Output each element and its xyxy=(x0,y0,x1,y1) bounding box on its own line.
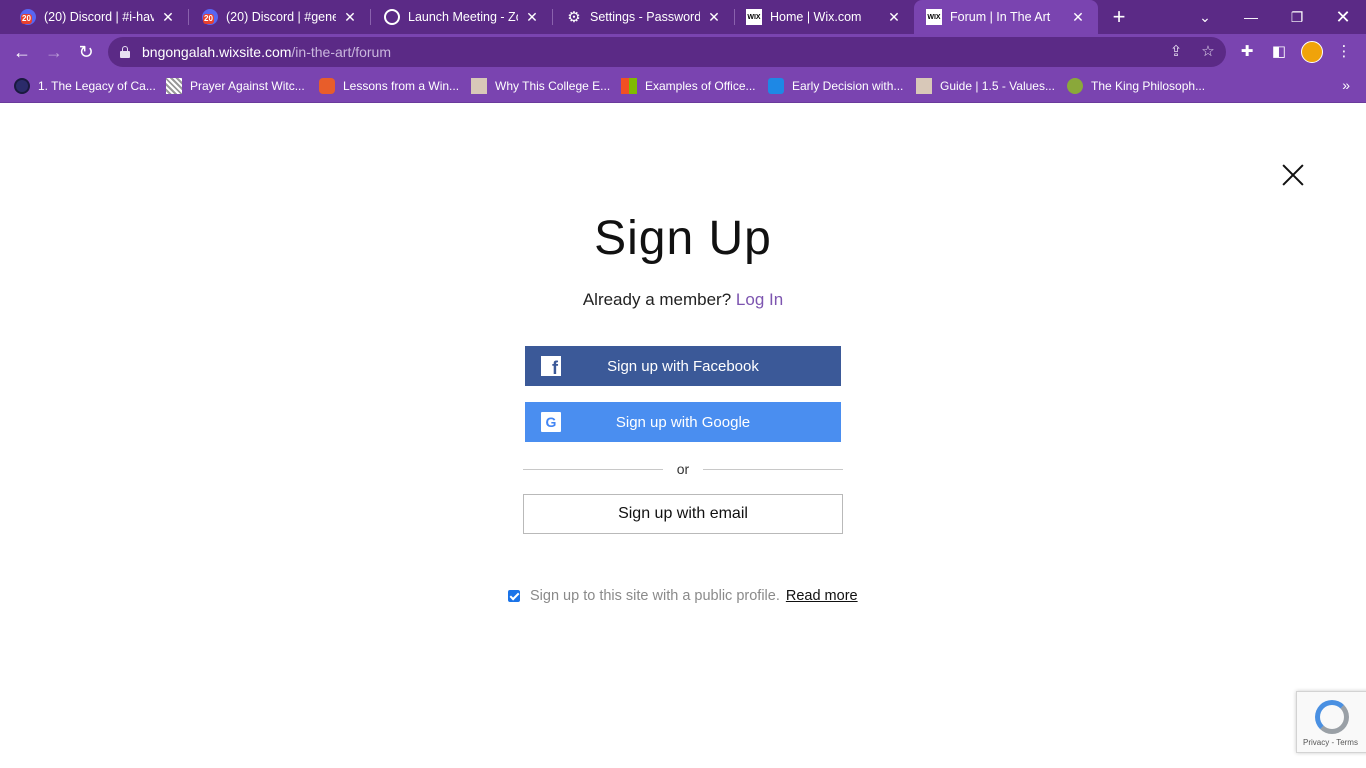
close-tab-icon[interactable]: ✕ xyxy=(706,9,722,25)
page-title: Sign Up xyxy=(594,212,772,265)
bookmark-label: Examples of Office... xyxy=(645,79,756,93)
bookmark-label: Prayer Against Witc... xyxy=(190,79,305,93)
close-icon[interactable] xyxy=(1281,163,1305,187)
public-profile-consent: Sign up to this site with a public profi… xyxy=(508,586,858,606)
tab-forum-active[interactable]: WIX Forum | In The Art ✕ xyxy=(914,0,1098,34)
login-link[interactable]: Log In xyxy=(736,290,783,309)
divider-left xyxy=(523,469,663,470)
face-icon xyxy=(319,78,335,94)
facebook-signup-button[interactable]: f Sign up with Facebook xyxy=(525,346,841,386)
bookmark-item[interactable]: Guide | 1.5 - Values... xyxy=(916,77,1055,95)
bookmark-item[interactable]: Why This College E... xyxy=(471,77,610,95)
url-text: bngongalah.wixsite.com/in-the-art/forum xyxy=(142,44,392,60)
or-separator: or xyxy=(676,461,690,477)
tab-discord-2[interactable]: 20 (20) Discord | #genera ✕ xyxy=(182,0,370,34)
bookmark-item[interactable]: Lessons from a Win... xyxy=(319,77,459,95)
facebook-icon: f xyxy=(541,356,561,376)
recaptcha-links[interactable]: Privacy - Terms xyxy=(1303,738,1358,747)
address-bar[interactable]: bngongalah.wixsite.com/in-the-art/forum … xyxy=(108,37,1226,67)
tab-settings[interactable]: ⚙ Settings - Password M ✕ xyxy=(546,0,734,34)
close-tab-icon[interactable]: ✕ xyxy=(342,9,358,25)
profile-avatar[interactable] xyxy=(1301,41,1323,63)
tab-wix-home[interactable]: WIX Home | Wix.com ✕ xyxy=(726,0,914,34)
close-tab-icon[interactable]: ✕ xyxy=(160,9,176,25)
microsoft-icon xyxy=(621,78,637,94)
share-icon[interactable]: ⇪ xyxy=(1166,42,1186,62)
tab-strip: 20 (20) Discord | #i-have- ✕ 20 (20) Dis… xyxy=(0,0,1366,34)
new-tab-button[interactable]: + xyxy=(1106,4,1132,30)
close-tab-icon[interactable]: ✕ xyxy=(886,9,902,25)
discord-icon: 20 xyxy=(20,9,36,25)
window-close-button[interactable]: ✕ xyxy=(1320,0,1366,34)
more-bookmarks-icon[interactable]: » xyxy=(1342,77,1350,93)
restore-button[interactable]: ❐ xyxy=(1274,0,1320,34)
bookmark-label: Why This College E... xyxy=(495,79,611,93)
close-tab-icon[interactable]: ✕ xyxy=(524,9,540,25)
lock-icon[interactable] xyxy=(120,46,130,58)
bookmark-item[interactable]: 1. The Legacy of Ca... xyxy=(14,77,156,95)
google-icon: G xyxy=(541,412,561,432)
globe-icon xyxy=(384,9,400,25)
bookmark-item[interactable]: Examples of Office... xyxy=(621,77,756,95)
google-signup-label: Sign up with Google xyxy=(615,413,751,431)
close-tab-icon[interactable]: ✕ xyxy=(1070,9,1086,25)
person-icon xyxy=(471,78,487,94)
bookmark-star-icon[interactable]: ☆ xyxy=(1198,42,1218,62)
bookmark-label: Guide | 1.5 - Values... xyxy=(940,79,1055,93)
orb-icon xyxy=(1067,78,1083,94)
wix-icon: WIX xyxy=(746,9,762,25)
public-profile-checkbox[interactable] xyxy=(508,590,520,602)
recaptcha-badge[interactable]: Privacy - Terms xyxy=(1296,691,1366,753)
menu-icon[interactable]: ⋮ xyxy=(1334,42,1354,62)
pattern-icon xyxy=(166,78,182,94)
google-signup-button[interactable]: G Sign up with Google xyxy=(525,402,841,442)
tab-zoom[interactable]: Launch Meeting - Zoo ✕ xyxy=(364,0,552,34)
bookmark-item[interactable]: Prayer Against Witc... xyxy=(166,77,305,95)
minimize-button[interactable]: — xyxy=(1228,0,1274,34)
wix-icon: WIX xyxy=(926,9,942,25)
circle-icon xyxy=(14,78,30,94)
bookmark-label: The King Philosoph... xyxy=(1091,79,1206,93)
consent-text: Sign up to this site with a public profi… xyxy=(530,588,780,604)
bookmark-item[interactable]: The King Philosoph... xyxy=(1067,77,1205,95)
read-more-link[interactable]: Read more xyxy=(786,588,858,604)
person-icon xyxy=(916,78,932,94)
tab-title: Settings - Password M xyxy=(590,10,700,24)
tab-search-icon[interactable]: ⌄ xyxy=(1182,0,1228,34)
back-button[interactable]: ← xyxy=(8,38,36,66)
forward-button[interactable]: → xyxy=(40,38,68,66)
tab-title: Launch Meeting - Zoo xyxy=(408,10,518,24)
tab-discord-1[interactable]: 20 (20) Discord | #i-have- ✕ xyxy=(0,0,188,34)
divider-right xyxy=(703,469,843,470)
gear-icon: ⚙ xyxy=(567,9,581,26)
tab-title: Forum | In The Art xyxy=(950,10,1051,24)
bookmark-item[interactable]: Early Decision with... xyxy=(768,77,903,95)
browser-toolbar: ← → ↻ bngongalah.wixsite.com/in-the-art/… xyxy=(0,34,1366,70)
recaptcha-icon xyxy=(1315,700,1349,734)
extensions-icon[interactable]: ✚ xyxy=(1237,42,1257,62)
tab-title: Home | Wix.com xyxy=(770,10,862,24)
member-prompt: Already a member? Log In xyxy=(0,290,1366,310)
reload-button[interactable]: ↻ xyxy=(72,38,100,66)
discord-icon: 20 xyxy=(202,9,218,25)
tab-title: (20) Discord | #genera xyxy=(226,10,336,24)
email-signup-button[interactable]: Sign up with email xyxy=(523,494,843,534)
tab-title: (20) Discord | #i-have- xyxy=(44,10,154,24)
bookmark-label: Lessons from a Win... xyxy=(343,79,460,93)
bookmark-label: 1. The Legacy of Ca... xyxy=(38,79,156,93)
bookmark-label: Early Decision with... xyxy=(792,79,904,93)
email-signup-label: Sign up with email xyxy=(618,505,748,522)
side-panel-icon[interactable]: ◧ xyxy=(1269,42,1289,62)
facebook-signup-label: Sign up with Facebook xyxy=(607,357,759,375)
bookmarks-bar: 1. The Legacy of Ca... Prayer Against Wi… xyxy=(0,70,1366,103)
signup-page: Sign Up Already a member? Log In f Sign … xyxy=(0,103,1366,768)
feather-icon xyxy=(768,78,784,94)
member-prompt-text: Already a member? xyxy=(582,290,732,309)
